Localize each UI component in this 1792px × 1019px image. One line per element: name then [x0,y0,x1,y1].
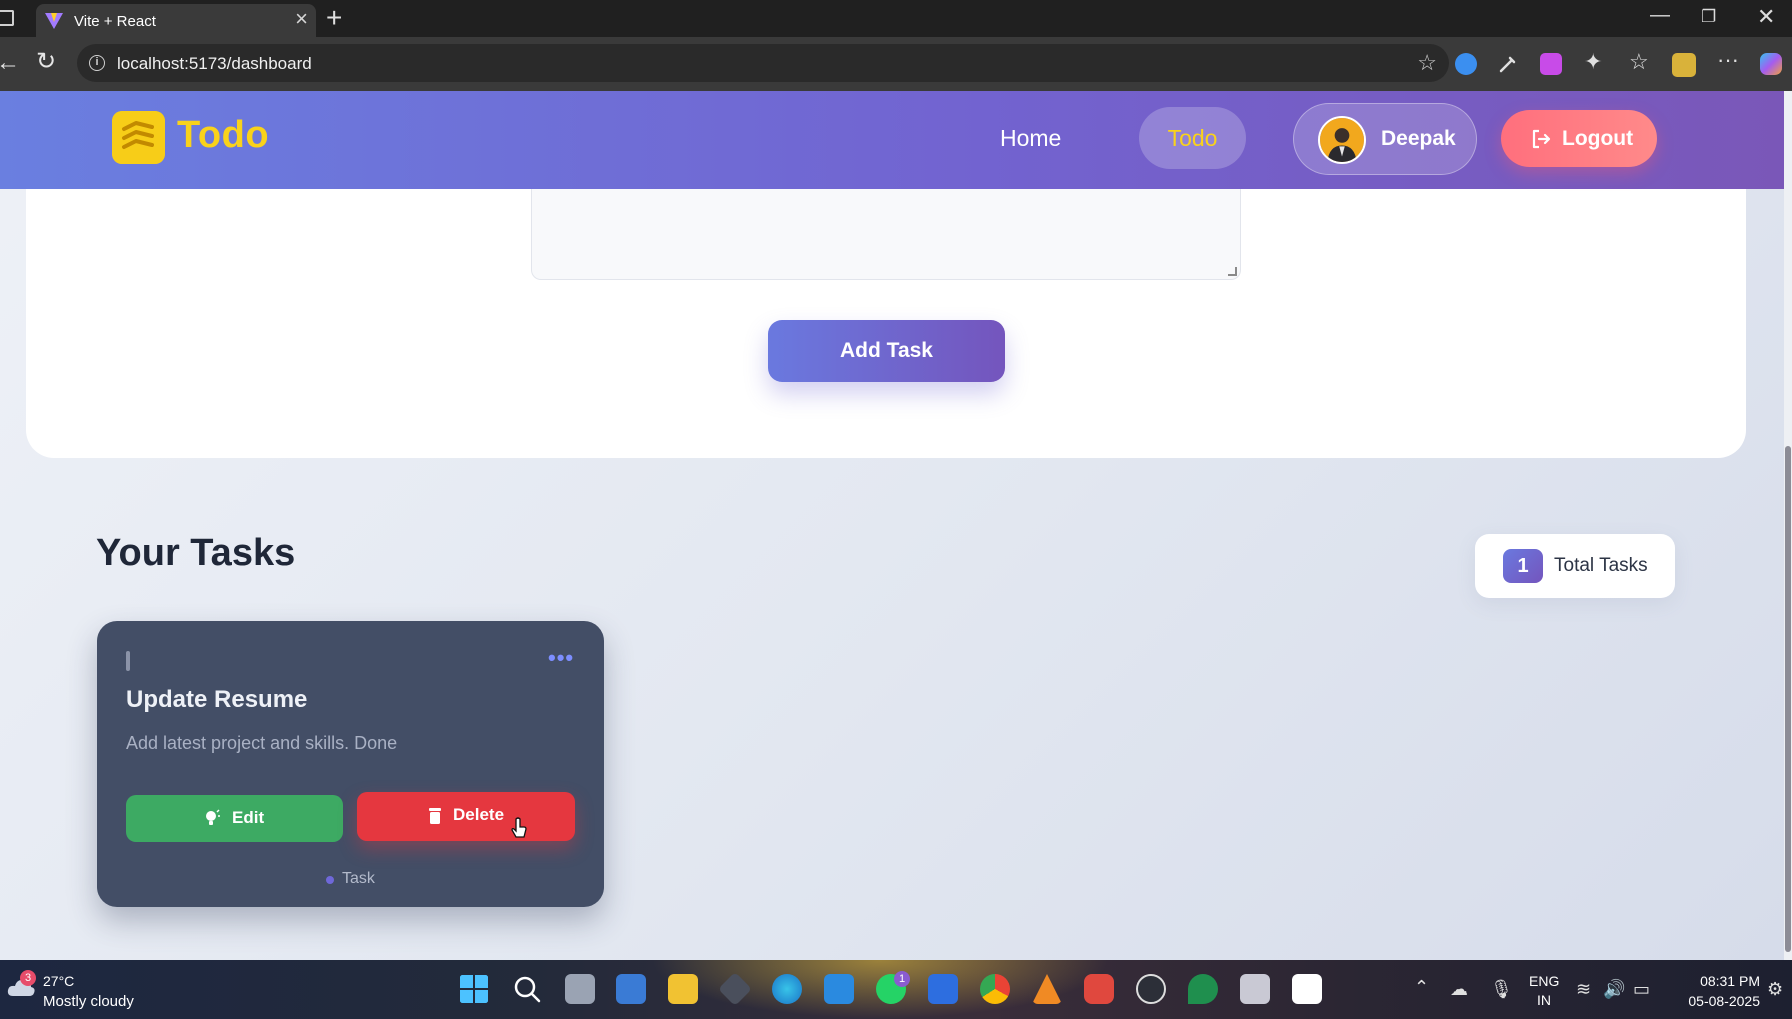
add-task-button[interactable]: Add Task [768,320,1005,382]
copilot-icon[interactable] [1760,53,1782,75]
new-tab-icon[interactable]: + [326,2,342,34]
restore-icon[interactable]: ❐ [1701,7,1716,27]
calculator-extension-icon[interactable] [1672,53,1696,77]
tab-title: Vite + React [74,13,156,30]
onedrive-icon[interactable]: ☁ [1450,979,1468,1000]
tasks-heading: Your Tasks [96,532,296,574]
favorites-icon[interactable]: ☆ [1629,49,1651,74]
total-tasks-count: 1 [1503,549,1543,583]
task-view-icon[interactable] [565,974,595,1004]
extension-purple-icon[interactable] [1540,53,1562,75]
more-options-icon[interactable]: ··· [1717,47,1739,72]
app-blue-icon[interactable] [928,974,958,1004]
task-title: Update Resume [126,686,308,713]
logout-button[interactable]: Logout [1501,110,1657,167]
search-icon[interactable] [512,974,542,1004]
page-scrollbar[interactable] [1784,91,1792,960]
snipping-tool-icon[interactable] [1240,974,1270,1004]
volume-icon[interactable]: 🔊 [1603,979,1625,1000]
total-tasks-label: Total Tasks [1554,555,1648,576]
app-navbar: Todo Home Todo Deepak Logout [0,91,1784,189]
tab-close-icon[interactable]: × [295,8,308,30]
task-description: Add latest project and skills. Done [126,733,398,753]
vscode-icon[interactable] [824,974,854,1004]
lightbulb-icon [206,809,220,825]
weather-notification-badge: 3 [20,970,36,986]
task-tag-dot [326,876,334,884]
weather-description[interactable]: Mostly cloudy [43,993,134,1010]
task-menu-icon[interactable]: ••• [548,645,574,671]
store-icon[interactable] [616,974,646,1004]
user-profile-pill[interactable]: Deepak [1293,103,1477,175]
url-box[interactable]: i localhost:5173/dashboard ☆ [77,44,1449,82]
notification-icon[interactable]: ⚙ [1767,979,1783,1000]
edit-task-button[interactable]: Edit [126,795,343,842]
trash-icon [429,808,441,824]
favorite-star-icon[interactable]: ☆ [1417,50,1437,76]
page-viewport: Add Task Todo Home Todo Deepak Logout Yo… [0,91,1792,960]
battery-icon[interactable]: ▭ [1633,979,1650,1000]
os-taskbar: 3 27°C Mostly cloudy 1 ⌃ ☁ 🎙 ENG IN ≋ 🔊 … [0,960,1792,1019]
avatar [1318,116,1366,164]
logout-icon [1532,129,1551,149]
brand-name[interactable]: Todo [177,114,269,157]
wifi-icon[interactable]: ≋ [1576,979,1591,1000]
total-tasks-badge: 1 Total Tasks [1475,534,1675,598]
file-explorer-icon[interactable] [668,974,698,1004]
minimize-icon[interactable]: — [1650,4,1670,27]
browser-tab-bar: Vite + React × + — ❐ ✕ [0,0,1792,37]
whatsapp-badge: 1 [894,971,910,987]
todo-logo-icon[interactable] [112,111,165,164]
weather-temperature[interactable]: 27°C [43,973,74,989]
show-hidden-icons-chevron-icon[interactable]: ⌃ [1414,977,1429,998]
logout-label: Logout [1562,127,1634,150]
site-info-icon[interactable]: i [89,55,105,71]
task-tag: Task [342,870,375,887]
extensions-puzzle-icon[interactable]: ✦ [1584,49,1606,74]
resize-handle-icon[interactable] [1228,267,1237,276]
sidebar-toggle-icon[interactable] [0,10,14,26]
language-indicator[interactable]: ENG [1529,973,1559,989]
edit-label: Edit [232,808,265,827]
window-close-icon[interactable]: ✕ [1757,4,1775,30]
reload-icon[interactable]: ↻ [36,47,56,76]
user-name: Deepak [1381,127,1456,150]
url-text[interactable]: localhost:5173/dashboard [117,54,312,74]
vite-favicon-icon [45,13,63,29]
task-status-marker [126,651,130,671]
language-region[interactable]: IN [1529,992,1559,1008]
mouse-cursor-icon [511,817,527,838]
capcut-icon[interactable] [1292,974,1322,1004]
windows-start-icon[interactable] [459,974,489,1004]
back-icon[interactable]: ← [0,49,20,77]
delete-task-button[interactable]: Delete [357,792,575,841]
browser-address-bar: ← ↻ i localhost:5173/dashboard ☆ ✦ ☆ ··· [0,37,1792,91]
delete-label: Delete [453,805,505,824]
nav-link-home[interactable]: Home [1000,125,1061,152]
app-red-icon[interactable] [1084,974,1114,1004]
clock-time[interactable]: 08:31 PM [1680,973,1760,989]
chrome-icon[interactable] [980,974,1010,1004]
eyedropper-icon[interactable] [1497,53,1519,75]
task-card: ••• Update Resume Add latest project and… [97,621,604,907]
clock-date[interactable]: 05-08-2025 [1672,993,1760,1009]
media-player-icon[interactable] [1136,974,1166,1004]
scrollbar-thumb[interactable] [1785,446,1791,952]
nav-link-todo[interactable]: Todo [1139,107,1246,169]
mongodb-icon[interactable] [1188,974,1218,1004]
browser-tab-active[interactable]: Vite + React × [36,4,316,37]
edge-browser-icon[interactable] [772,974,802,1004]
extension-shield-icon[interactable] [1455,53,1477,75]
microphone-icon[interactable]: 🎙 [1490,979,1513,1000]
